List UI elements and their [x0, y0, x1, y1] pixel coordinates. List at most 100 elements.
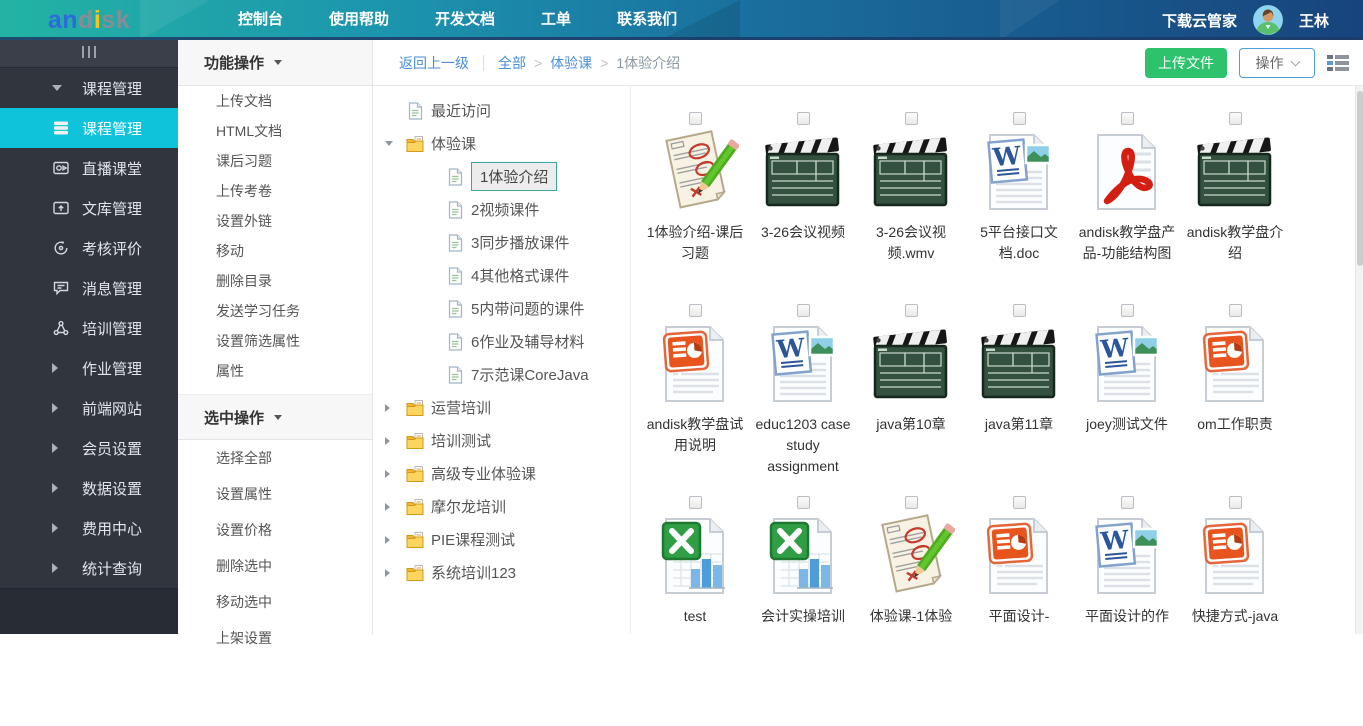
sidebar-item-5[interactable]: 消息管理 [0, 268, 178, 308]
tree-node[interactable]: 系统培训123 [373, 556, 630, 589]
caret-right-icon[interactable] [385, 437, 405, 445]
tree-node[interactable]: 高级专业体验课 [373, 457, 630, 490]
file-item[interactable]: 会计实操培训 [749, 496, 857, 688]
sidebar-item-10[interactable]: 数据设置 [0, 468, 178, 508]
ops-item[interactable]: 发送学习任务 [178, 296, 372, 326]
list-view-icon[interactable] [1327, 54, 1349, 72]
caret-right-icon[interactable] [385, 503, 405, 511]
file-checkbox[interactable] [1013, 112, 1026, 125]
file-item[interactable]: 3-26会议视频.wmv [857, 112, 965, 304]
file-checkbox[interactable] [1013, 304, 1026, 317]
sidebar-collapse-button[interactable] [0, 40, 178, 68]
file-checkbox[interactable] [689, 112, 702, 125]
sidebar-item-0[interactable]: 课程管理 [0, 68, 178, 108]
file-item[interactable]: 1体验介绍-课后习题 [641, 112, 749, 304]
file-checkbox[interactable] [905, 112, 918, 125]
ops-item[interactable]: 移动 [178, 236, 372, 266]
ops-item[interactable]: 删除目录 [178, 266, 372, 296]
caret-right-icon[interactable] [385, 470, 405, 478]
ops-section-header-1[interactable]: 选中操作 [178, 394, 372, 440]
file-item[interactable]: Weduc1203 case study assignment [749, 304, 857, 496]
breadcrumb-item-0[interactable]: 全部 [498, 53, 526, 73]
file-item[interactable]: 3-26会议视频 [749, 112, 857, 304]
sidebar-item-9[interactable]: 会员设置 [0, 428, 178, 468]
file-item[interactable]: test [641, 496, 749, 688]
breadcrumb-item-1[interactable]: 体验课 [550, 53, 592, 73]
back-up-level-link[interactable]: 返回上一级 [399, 53, 469, 73]
file-checkbox[interactable] [797, 496, 810, 509]
ops-item[interactable]: 上传文档 [178, 86, 372, 116]
ops-item[interactable]: 选择全部 [178, 440, 372, 476]
file-item[interactable]: java第10章 [857, 304, 965, 496]
tree-node[interactable]: 4其他格式课件 [373, 259, 630, 292]
file-item[interactable]: java第11章 [965, 304, 1073, 496]
ops-item[interactable]: 设置价格 [178, 512, 372, 548]
file-checkbox[interactable] [1121, 496, 1134, 509]
sidebar-item-2[interactable]: 直播课堂 [0, 148, 178, 188]
topbar-nav-item-0[interactable]: 控制台 [222, 0, 299, 40]
sidebar-item-6[interactable]: 培训管理 [0, 308, 178, 348]
file-item[interactable]: 快捷方式-java [1181, 496, 1289, 688]
file-checkbox[interactable] [1121, 304, 1134, 317]
caret-right-icon[interactable] [385, 404, 405, 412]
file-item[interactable]: Wjoey测试文件 [1073, 304, 1181, 496]
tree-node[interactable]: PIE课程测试 [373, 523, 630, 556]
file-item[interactable]: W平面设计的作 [1073, 496, 1181, 688]
ops-section-header-0[interactable]: 功能操作 [178, 40, 372, 86]
sidebar-item-1[interactable]: 课程管理 [0, 108, 178, 148]
caret-right-icon[interactable] [385, 569, 405, 577]
file-item[interactable]: andisk教学盘产品-功能结构图 [1073, 112, 1181, 304]
sidebar-item-3[interactable]: 文库管理 [0, 188, 178, 228]
file-checkbox[interactable] [905, 304, 918, 317]
ops-item[interactable]: 属性 [178, 356, 372, 386]
ops-item[interactable]: 设置属性 [178, 476, 372, 512]
username[interactable]: 王林 [1299, 10, 1329, 31]
tree-node[interactable]: 5内带问题的课件 [373, 292, 630, 325]
file-item[interactable]: 平面设计- [965, 496, 1073, 688]
app-logo[interactable]: andisk [0, 1, 178, 39]
file-checkbox[interactable] [1229, 304, 1242, 317]
file-item[interactable]: andisk教学盘介绍 [1181, 112, 1289, 304]
tree-node[interactable]: 最近访问 [373, 94, 630, 127]
ops-item[interactable]: 设置筛选属性 [178, 326, 372, 356]
topbar-nav-item-3[interactable]: 工单 [525, 0, 587, 40]
file-checkbox[interactable] [905, 496, 918, 509]
file-item[interactable]: 体验课-1体验 [857, 496, 965, 688]
tree-node[interactable]: 7示范课CoreJava [373, 358, 630, 391]
ops-item[interactable]: 课后习题 [178, 146, 372, 176]
caret-down-icon[interactable] [385, 141, 405, 146]
ops-item[interactable]: 移动选中 [178, 584, 372, 620]
sidebar-item-12[interactable]: 统计查询 [0, 548, 178, 588]
caret-right-icon[interactable] [385, 536, 405, 544]
tree-node[interactable]: 培训测试 [373, 424, 630, 457]
ops-item[interactable]: 上传考卷 [178, 176, 372, 206]
file-item[interactable]: om工作职责 [1181, 304, 1289, 496]
file-item[interactable]: W5平台接口文档.doc [965, 112, 1073, 304]
file-checkbox[interactable] [797, 112, 810, 125]
ops-item[interactable]: 删除选中 [178, 548, 372, 584]
sidebar-item-4[interactable]: 考核评价 [0, 228, 178, 268]
file-checkbox[interactable] [1013, 496, 1026, 509]
sidebar-item-8[interactable]: 前端网站 [0, 388, 178, 428]
tree-node[interactable]: 3同步播放课件 [373, 226, 630, 259]
ops-item[interactable]: HTML文档 [178, 116, 372, 146]
file-item[interactable]: andisk教学盘试用说明 [641, 304, 749, 496]
tree-node[interactable]: 摩尔龙培训 [373, 490, 630, 523]
tree-node[interactable]: 1体验介绍 [373, 160, 630, 193]
file-checkbox[interactable] [797, 304, 810, 317]
upload-file-button[interactable]: 上传文件 [1145, 48, 1227, 78]
topbar-nav-item-1[interactable]: 使用帮助 [313, 0, 405, 40]
tree-node[interactable]: 6作业及辅导材料 [373, 325, 630, 358]
ops-item[interactable]: 设置外链 [178, 206, 372, 236]
download-cloud-manager-link[interactable]: 下载云管家 [1162, 10, 1237, 31]
scrollbar-thumb[interactable] [1357, 91, 1363, 266]
user-avatar-icon[interactable] [1253, 5, 1283, 35]
tree-node[interactable]: 运营培训 [373, 391, 630, 424]
topbar-nav-item-2[interactable]: 开发文档 [419, 0, 511, 40]
file-checkbox[interactable] [689, 496, 702, 509]
file-checkbox[interactable] [1229, 496, 1242, 509]
sidebar-item-11[interactable]: 费用中心 [0, 508, 178, 548]
tree-node[interactable]: 2视频课件 [373, 193, 630, 226]
file-checkbox[interactable] [689, 304, 702, 317]
sidebar-item-7[interactable]: 作业管理 [0, 348, 178, 388]
